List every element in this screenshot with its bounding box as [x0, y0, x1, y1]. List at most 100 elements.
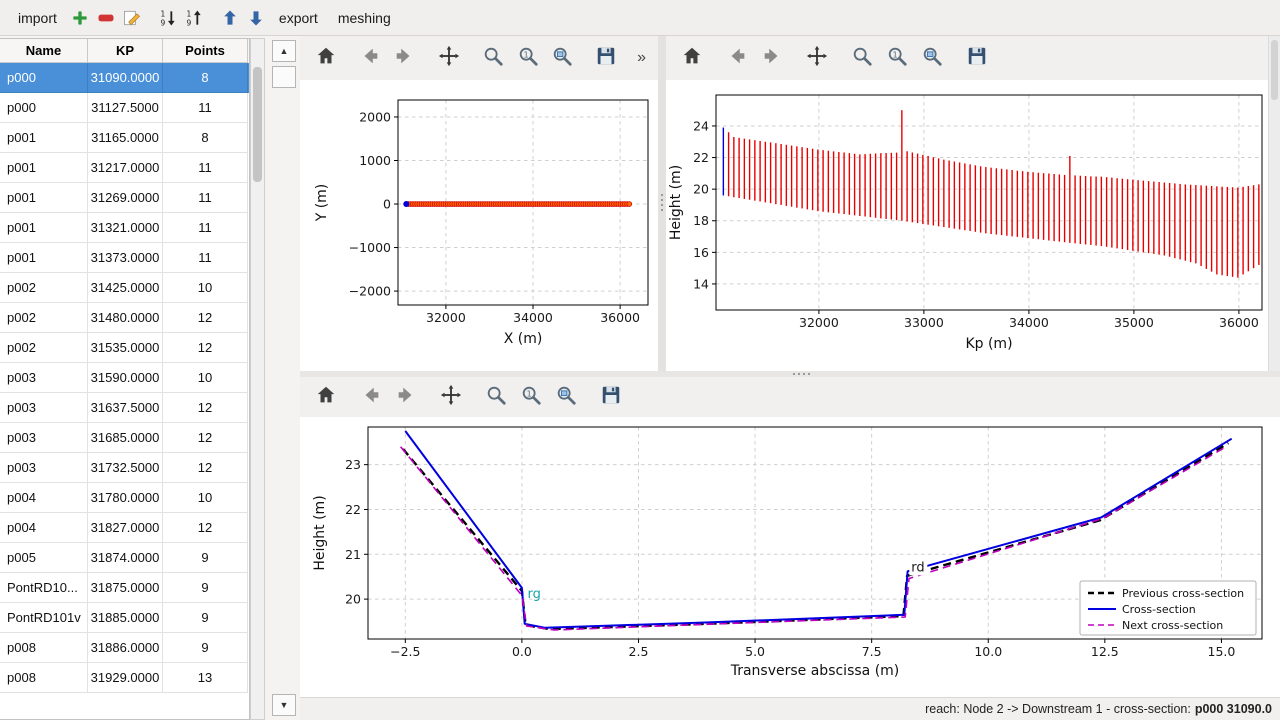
add-icon[interactable] [67, 5, 93, 31]
selected-cross-section-marker [403, 201, 409, 207]
edit-icon[interactable] [119, 5, 145, 31]
panel-scrollbar-thumb[interactable] [272, 66, 296, 88]
cell-name: p002 [0, 333, 88, 363]
forward-button[interactable] [392, 383, 420, 411]
export-button[interactable]: export [269, 6, 328, 30]
zoom-rect-button[interactable] [548, 44, 575, 72]
sort-descending-icon[interactable]: 19 [155, 5, 181, 31]
back-button[interactable] [357, 383, 385, 411]
remove-icon[interactable] [93, 5, 119, 31]
home-button[interactable] [312, 44, 339, 72]
toolbar-overflow-button[interactable]: » [637, 49, 646, 67]
cell-kp: 31217.0000 [88, 153, 163, 183]
sort-ascending-icon[interactable]: 19 [181, 5, 207, 31]
river-axis-points [403, 201, 631, 207]
move-up-icon[interactable] [217, 5, 243, 31]
zoom-button[interactable] [848, 44, 876, 72]
zoom-rect-button[interactable] [552, 383, 580, 411]
column-header[interactable]: Points [163, 39, 248, 63]
meshing-button[interactable]: meshing [328, 6, 401, 30]
table-row[interactable]: PontRD10...31875.00009 [0, 573, 249, 603]
table-row[interactable]: p00131321.000011 [0, 213, 249, 243]
table-row[interactable]: p00131373.000011 [0, 243, 249, 273]
scroll-up-button[interactable]: ▲ [272, 40, 296, 62]
table-scrollbar-thumb[interactable] [253, 67, 262, 182]
table-row[interactable]: p00431780.000010 [0, 483, 249, 513]
zoom-original-button[interactable]: 1 [883, 44, 911, 72]
forward-button[interactable] [758, 44, 786, 72]
cell-points: 10 [163, 273, 248, 303]
table-row[interactable]: p00131269.000011 [0, 183, 249, 213]
svg-text:Cross-section: Cross-section [1122, 603, 1196, 616]
svg-text:32000: 32000 [426, 310, 466, 325]
cross-section-chart[interactable]: −2.50.02.55.07.510.012.515.020212223Tran… [300, 417, 1280, 697]
zoom-button[interactable] [482, 383, 510, 411]
home-button[interactable] [312, 383, 340, 411]
right-scrollbar-thumb[interactable] [1271, 40, 1278, 100]
table-row[interactable]: p00231480.000012 [0, 303, 249, 333]
table-row[interactable]: p00531874.00009 [0, 543, 249, 573]
zoom-icon [482, 45, 504, 72]
table-row[interactable]: p00131165.00008 [0, 123, 249, 153]
zoom-button[interactable] [480, 44, 507, 72]
cell-points: 11 [163, 213, 248, 243]
svg-text:1: 1 [523, 49, 528, 59]
horizontal-splitter[interactable] [300, 371, 1280, 377]
cell-points: 9 [163, 603, 248, 633]
plan-view-chart[interactable]: 320003400036000−2000−1000010002000X (m)Y… [300, 80, 658, 370]
zoom-original-button[interactable]: 1 [514, 44, 541, 72]
forward-button[interactable] [391, 44, 418, 72]
svg-text:34000: 34000 [513, 310, 553, 325]
table-row[interactable]: p00231425.000010 [0, 273, 249, 303]
back-button[interactable] [723, 44, 751, 72]
cell-points: 11 [163, 93, 248, 123]
table-row[interactable]: PontRD101v31885.00009 [0, 603, 249, 633]
cell-name: PontRD101v [0, 603, 88, 633]
table-row[interactable]: p00831886.00009 [0, 633, 249, 663]
table-scrollbar[interactable] [250, 38, 265, 720]
longitudinal-profile-chart[interactable]: 3200033000340003500036000141618202224Kp … [666, 80, 1268, 370]
column-header[interactable]: KP [88, 39, 163, 63]
svg-text:2000: 2000 [359, 109, 391, 124]
column-header[interactable]: Name [0, 39, 88, 63]
status-selection: p000 31090.0 [1195, 702, 1272, 716]
table-row[interactable]: p00331732.500012 [0, 453, 249, 483]
svg-text:1: 1 [160, 9, 165, 18]
pan-button[interactable] [803, 44, 831, 72]
table-row[interactable]: p00831929.000013 [0, 663, 249, 693]
back-button[interactable] [356, 44, 383, 72]
move-down-icon[interactable] [243, 5, 269, 31]
svg-text:21: 21 [345, 547, 361, 562]
cell-kp: 31373.0000 [88, 243, 163, 273]
table-row[interactable]: p00331685.000012 [0, 423, 249, 453]
home-icon [681, 45, 703, 72]
table-row[interactable]: p00031127.500011 [0, 93, 249, 123]
table-row[interactable]: p00031090.00008 [0, 63, 249, 93]
table-row[interactable]: p00231535.000012 [0, 333, 249, 363]
save-button[interactable] [597, 383, 625, 411]
zoom-original-button[interactable]: 1 [517, 383, 545, 411]
cell-name: p001 [0, 153, 88, 183]
cell-kp: 31780.0000 [88, 483, 163, 513]
zoom-rect-button[interactable] [918, 44, 946, 72]
cell-points: 11 [163, 243, 248, 273]
table-row[interactable]: p00331590.000010 [0, 363, 249, 393]
main-toolbar: import 19 19 export meshing [0, 0, 1280, 36]
legend: Previous cross-sectionCross-sectionNext … [1080, 581, 1256, 635]
table-row[interactable]: p00131217.000011 [0, 153, 249, 183]
table-row[interactable]: p00431827.000012 [0, 513, 249, 543]
table-row[interactable]: p00331637.500012 [0, 393, 249, 423]
home-button[interactable] [678, 44, 706, 72]
import-button[interactable]: import [8, 6, 67, 30]
right-scrollbar[interactable] [1268, 36, 1280, 371]
cell-name: p001 [0, 183, 88, 213]
cell-name: p004 [0, 513, 88, 543]
save-button[interactable] [963, 44, 991, 72]
save-button[interactable] [593, 44, 620, 72]
zoom-rect-icon [551, 45, 573, 72]
scroll-down-button[interactable]: ▼ [272, 694, 296, 716]
pan-button[interactable] [437, 383, 465, 411]
cell-points: 12 [163, 393, 248, 423]
pan-button[interactable] [435, 44, 462, 72]
vertical-splitter[interactable] [658, 36, 666, 371]
